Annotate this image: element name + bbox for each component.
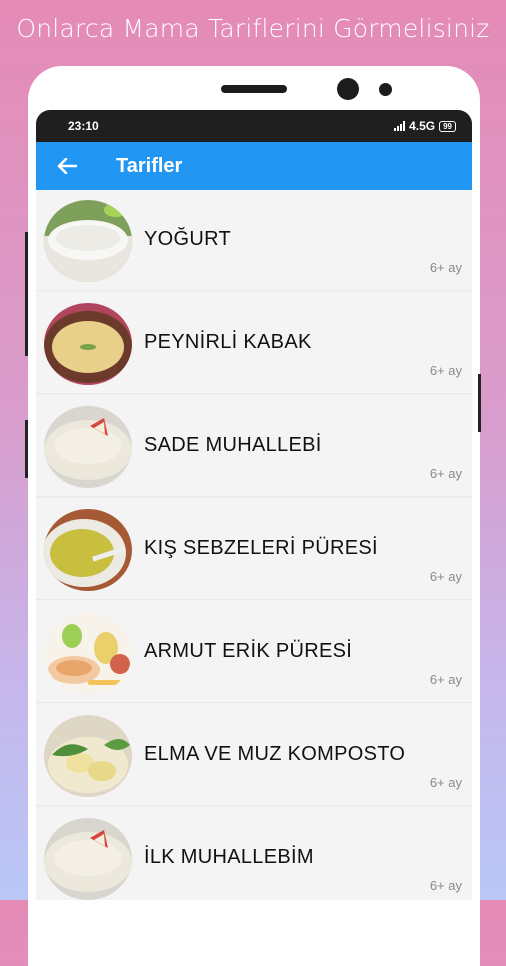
recipe-age: 6+ ay [429,878,462,893]
recipe-list: YOĞURT 6+ ay PEYNİRLİ KABAK 6+ ay SADE M… [36,190,472,900]
recipe-age: 6+ ay [429,569,462,584]
recipe-name: PEYNİRLİ KABAK [144,331,312,353]
recipe-thumbnail [44,200,132,282]
phone-speaker [221,85,287,93]
arrow-left-icon [57,158,77,174]
list-item[interactable]: PEYNİRLİ KABAK 6+ ay [36,293,472,394]
recipe-age: 6+ ay [429,672,462,687]
recipe-name: ELMA VE MUZ KOMPOSTO [144,743,406,765]
page-title: Tarifler [116,154,183,177]
list-item[interactable]: SADE MUHALLEBİ 6+ ay [36,396,472,497]
list-item[interactable]: ELMA VE MUZ KOMPOSTO 6+ ay [36,705,472,806]
battery-level: 99 [443,121,452,131]
battery-icon: 99 [439,120,456,132]
phone-power-button [478,374,481,432]
list-item[interactable]: YOĞURT 6+ ay [36,190,472,291]
recipe-thumbnail [44,818,132,900]
app-screen: 23:10 4.5G 99 Tarifler YOĞURT 6+ ay PEYN… [36,110,472,900]
phone-camera [337,78,359,100]
recipe-age: 6+ ay [429,775,462,790]
recipe-thumbnail [44,715,132,797]
recipe-name: İLK MUHALLEBİM [144,846,314,868]
recipe-name: SADE MUHALLEBİ [144,434,322,456]
status-time: 23:10 [68,119,99,133]
recipe-thumbnail [44,406,132,488]
status-bar: 23:10 4.5G 99 [36,110,472,142]
list-item[interactable]: İLK MUHALLEBİM 6+ ay [36,808,472,900]
promo-headline: Onlarca Mama Tariflerini Görmelisiniz [16,14,490,43]
recipe-thumbnail [44,303,132,385]
recipe-thumbnail [44,612,132,694]
recipe-name: KIŞ SEBZELERİ PÜRESİ [144,537,378,559]
recipe-age: 6+ ay [429,466,462,481]
list-item[interactable]: KIŞ SEBZELERİ PÜRESİ 6+ ay [36,499,472,600]
recipe-age: 6+ ay [429,363,462,378]
recipe-thumbnail [44,509,132,591]
phone-sensor [379,83,392,96]
status-icons: 4.5G 99 [394,119,456,133]
back-button[interactable] [36,142,98,190]
phone-volume-button [25,232,28,356]
recipe-name: ARMUT ERİK PÜRESİ [144,640,353,662]
network-type: 4.5G [409,119,436,133]
list-item[interactable]: ARMUT ERİK PÜRESİ 6+ ay [36,602,472,703]
signal-icon [394,121,406,131]
app-bar: Tarifler [36,142,472,190]
phone-side-button [25,420,28,478]
recipe-name: YOĞURT [144,228,231,250]
recipe-age: 6+ ay [429,260,462,275]
